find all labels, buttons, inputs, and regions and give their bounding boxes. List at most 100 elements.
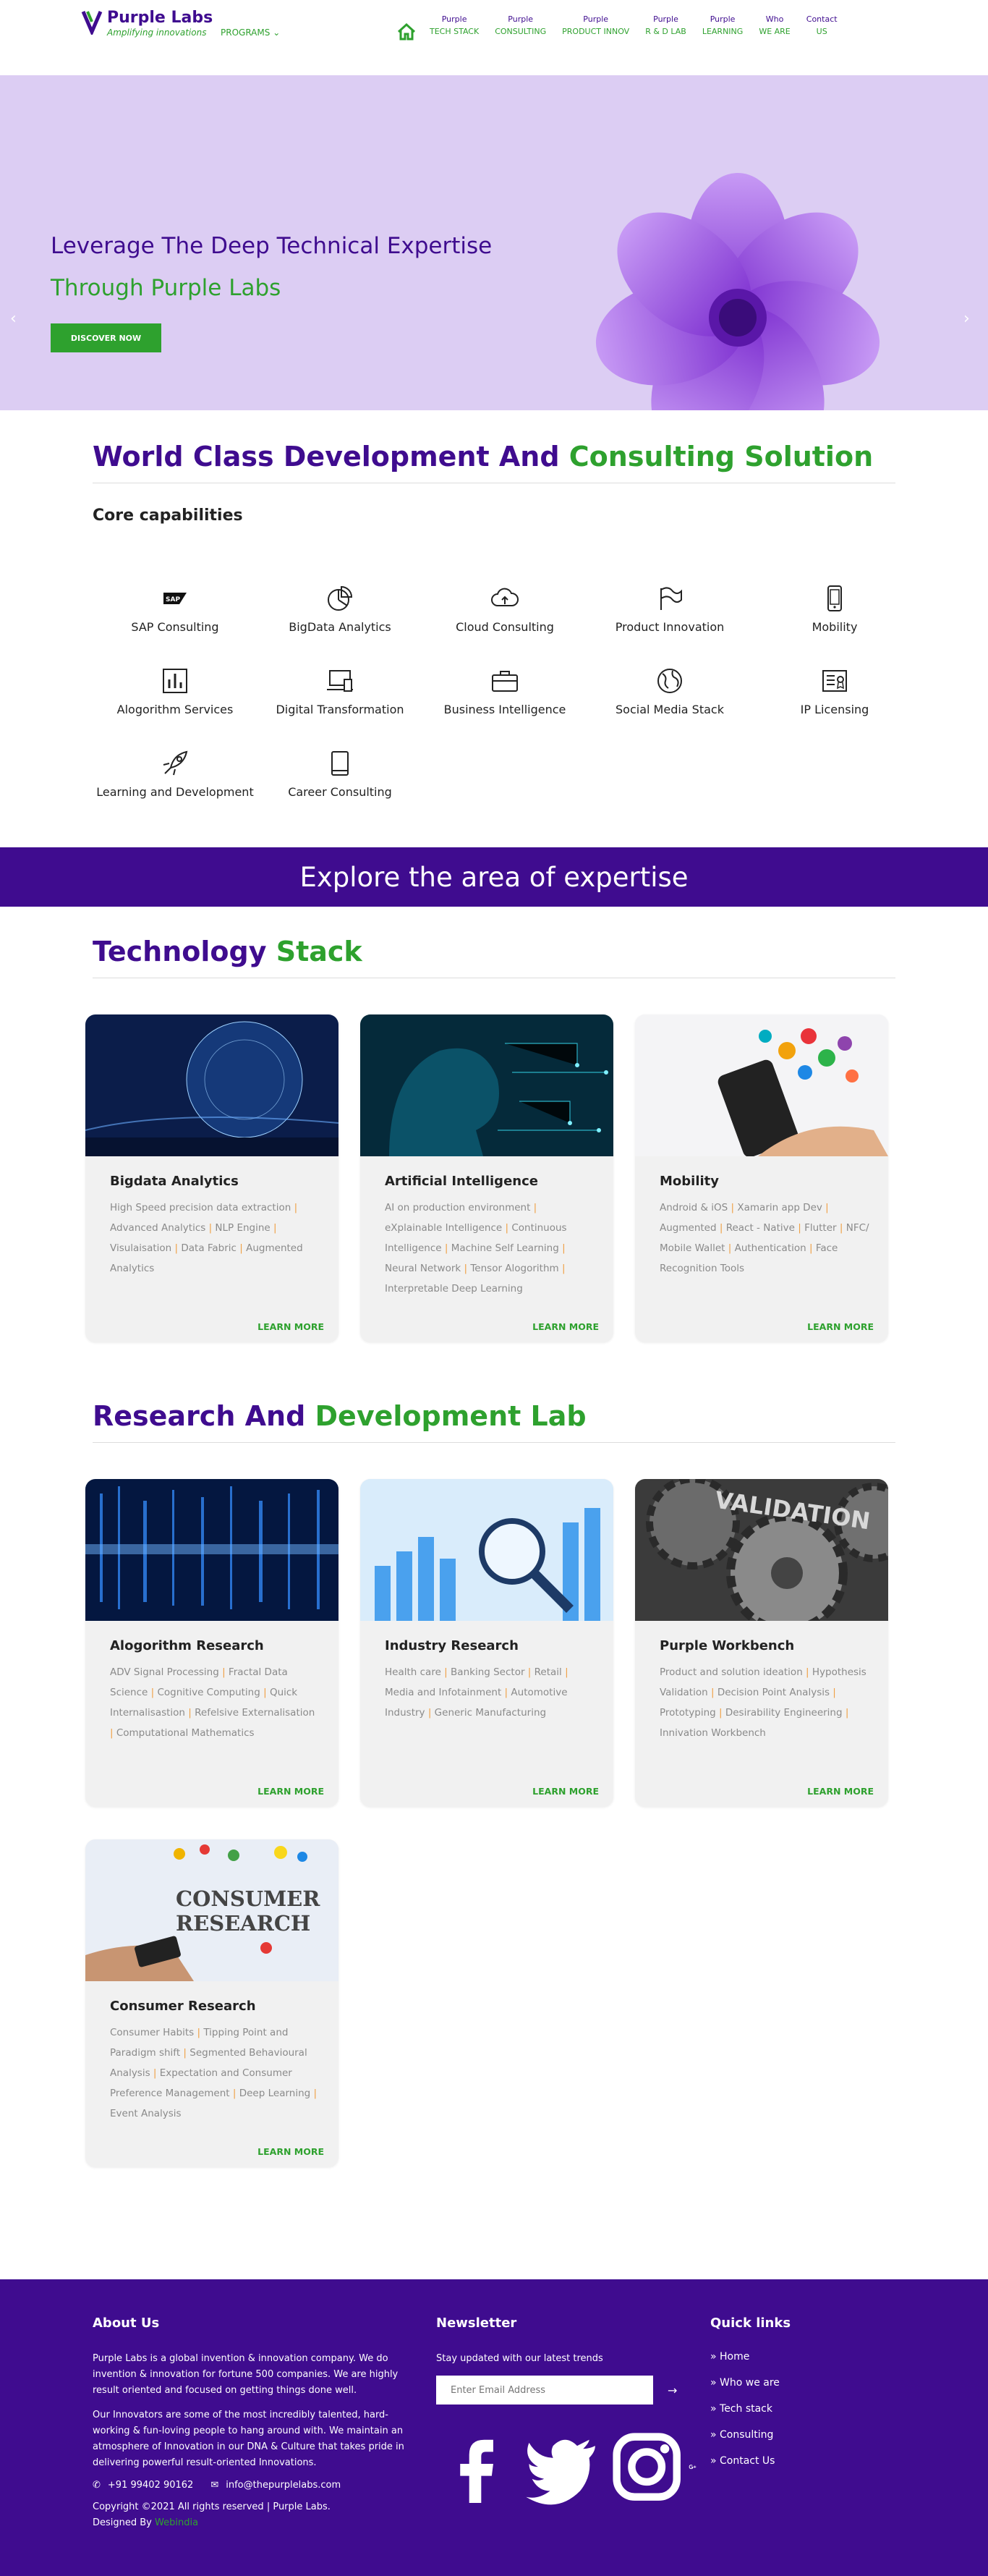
consumer-text: CONSUMER [176,1886,320,1911]
learn-more-link[interactable]: LEARN MORE [807,1321,874,1332]
card-item: Advanced Analytics [110,1222,206,1234]
capability-learning-development[interactable]: Learning and Development [93,749,257,813]
quick-link-home[interactable]: » Home [710,2351,855,2363]
nav-rnd-lab[interactable]: Purple R & D LAB [645,13,686,38]
nav-who-we-are[interactable]: Who WE ARE [759,13,790,38]
nav-item-bottom: LEARNING [702,27,744,36]
nav-consulting[interactable]: Purple CONSULTING [495,13,546,38]
mobility-image [635,1014,888,1158]
card-item: eXplainable Intelligence [385,1222,503,1234]
devices-icon [327,670,353,692]
card-item: High Speed precision data extraction [110,1202,291,1213]
capability-product-innovation[interactable]: Product Innovation [587,584,752,648]
card-item: Cognitive Computing [157,1687,260,1698]
hero-headline-2: Through Purple Labs [51,275,281,301]
nav-item-bottom: CONSULTING [495,27,547,36]
item-separator: | [440,1666,451,1678]
carousel-prev-icon[interactable]: ‹ [10,310,25,328]
nav-learning[interactable]: Purple LEARNING [702,13,743,38]
item-separator: | [270,1222,277,1234]
card-consumer-research[interactable]: CONSUMER RESEARCH Consumer Research Cons… [85,1839,338,2167]
google-plus-icon[interactable] [689,2425,697,2509]
chevron-down-icon: ⌄ [273,27,281,38]
capability-label: Social Media Stack [616,703,724,716]
card-industry-research[interactable]: Industry Research Health care | Banking … [360,1479,613,1807]
designer-link[interactable]: Webindia [155,2517,198,2528]
learn-more-link[interactable]: LEARN MORE [257,1786,324,1797]
learn-more-link[interactable]: LEARN MORE [807,1786,874,1797]
facebook-icon[interactable] [436,2425,520,2509]
learn-more-link[interactable]: LEARN MORE [257,1321,324,1332]
item-separator: | [180,2047,190,2059]
nav-item-bottom: R & D LAB [645,27,686,36]
item-separator: | [218,1666,229,1678]
item-separator: | [716,1222,726,1234]
research-cards: Alogorithm Research ADV Signal Processin… [85,1479,895,2167]
card-item: Event Analysis [110,2108,182,2119]
instagram-icon[interactable] [605,2425,689,2509]
section-title: Technology Stack [93,936,895,967]
bar-chart-icon [163,669,187,693]
quick-links-list: » Home » Who we are » Tech stack » Consu… [710,2351,855,2467]
nav-item-bottom: PRODUCT INNOV [562,27,630,36]
home-icon[interactable] [396,22,417,42]
capability-alogorithm-services[interactable]: Alogorithm Services [93,666,257,730]
item-separator: | [502,1222,512,1234]
card-bigdata-analytics[interactable]: Bigdata Analytics High Speed precision d… [85,1014,338,1342]
quick-link-who-we-are[interactable]: » Who we are [710,2377,855,2389]
capability-bigdata-analytics[interactable]: BigData Analytics [257,584,422,648]
item-separator: | [171,1242,182,1254]
nav-product-innov[interactable]: Purple PRODUCT INNOV [562,13,629,38]
briefcase-icon [492,671,518,692]
quick-link-tech-stack[interactable]: » Tech stack [710,2403,855,2415]
quick-link-consulting[interactable]: » Consulting [710,2429,855,2441]
pie-chart-icon [328,585,353,611]
newsletter-email-input[interactable] [436,2376,653,2405]
footer-phone[interactable]: +91 99402 90162 [108,2480,193,2491]
item-separator: | [806,1242,816,1254]
item-separator: | [194,2027,204,2038]
item-separator: | [229,2088,239,2099]
capability-social-media-stack[interactable]: Social Media Stack [587,666,752,730]
quick-link-contact-us[interactable]: » Contact Us [710,2455,855,2467]
hero-headline-1: Leverage The Deep Technical Expertise [51,233,493,259]
purple-flower-image [595,173,880,410]
footer-email[interactable]: info@thepurplelabs.com [226,2480,341,2491]
capability-label: Career Consulting [288,785,392,799]
card-item: Media and Infotainment [385,1687,502,1698]
capability-sap-consulting[interactable]: SAP SAP Consulting [93,584,257,648]
learn-more-link[interactable]: LEARN MORE [257,2146,324,2157]
item-separator: | [836,1222,846,1234]
twitter-icon[interactable] [520,2425,604,2509]
nav-tech-stack[interactable]: Purple TECH STACK [430,13,479,38]
capability-cloud-consulting[interactable]: Cloud Consulting [422,584,587,648]
footer-about-text-1: Purple Labs is a global invention & inno… [93,2353,399,2396]
capability-mobility[interactable]: Mobility [752,584,917,648]
svg-text:SAP: SAP [166,596,180,603]
capability-ip-licensing[interactable]: IP Licensing [752,666,917,730]
card-alogorithm-research[interactable]: Alogorithm Research ADV Signal Processin… [85,1479,338,1807]
brand-logo[interactable]: Purple Labs Amplifying innovations [81,9,213,38]
item-separator: | [260,1687,270,1698]
main-nav: Purple TECH STACK Purple CONSULTING Purp… [396,13,853,42]
carousel-next-icon[interactable]: › [963,310,978,328]
capability-career-consulting[interactable]: Career Consulting [257,749,422,813]
card-artificial-intelligence[interactable]: Artificial Intelligence AI on production… [360,1014,613,1342]
item-separator: | [561,1666,568,1678]
nav-item-top: Purple [583,14,609,24]
card-item: Health care [385,1666,441,1678]
item-separator: | [558,1242,566,1254]
programs-menu[interactable]: PROGRAMS ⌄ [221,27,280,38]
learn-more-link[interactable]: LEARN MORE [532,1786,599,1797]
item-separator: | [291,1202,298,1213]
discover-now-button[interactable]: DISCOVER NOW [51,323,161,352]
nav-contact-us[interactable]: Contact US [806,13,838,38]
card-purple-workbench[interactable]: VALIDATION Purple Workbench Product and … [635,1479,888,1807]
submit-arrow-icon[interactable]: → [668,2384,677,2397]
capability-digital-transformation[interactable]: Digital Transformation [257,666,422,730]
item-separator: | [707,1687,717,1698]
card-mobility[interactable]: Mobility Android & iOS | Xamarin app Dev… [635,1014,888,1342]
newsletter-heading: Newsletter [436,2316,517,2331]
capability-business-intelligence[interactable]: Business Intelligence [422,666,587,730]
learn-more-link[interactable]: LEARN MORE [532,1321,599,1332]
